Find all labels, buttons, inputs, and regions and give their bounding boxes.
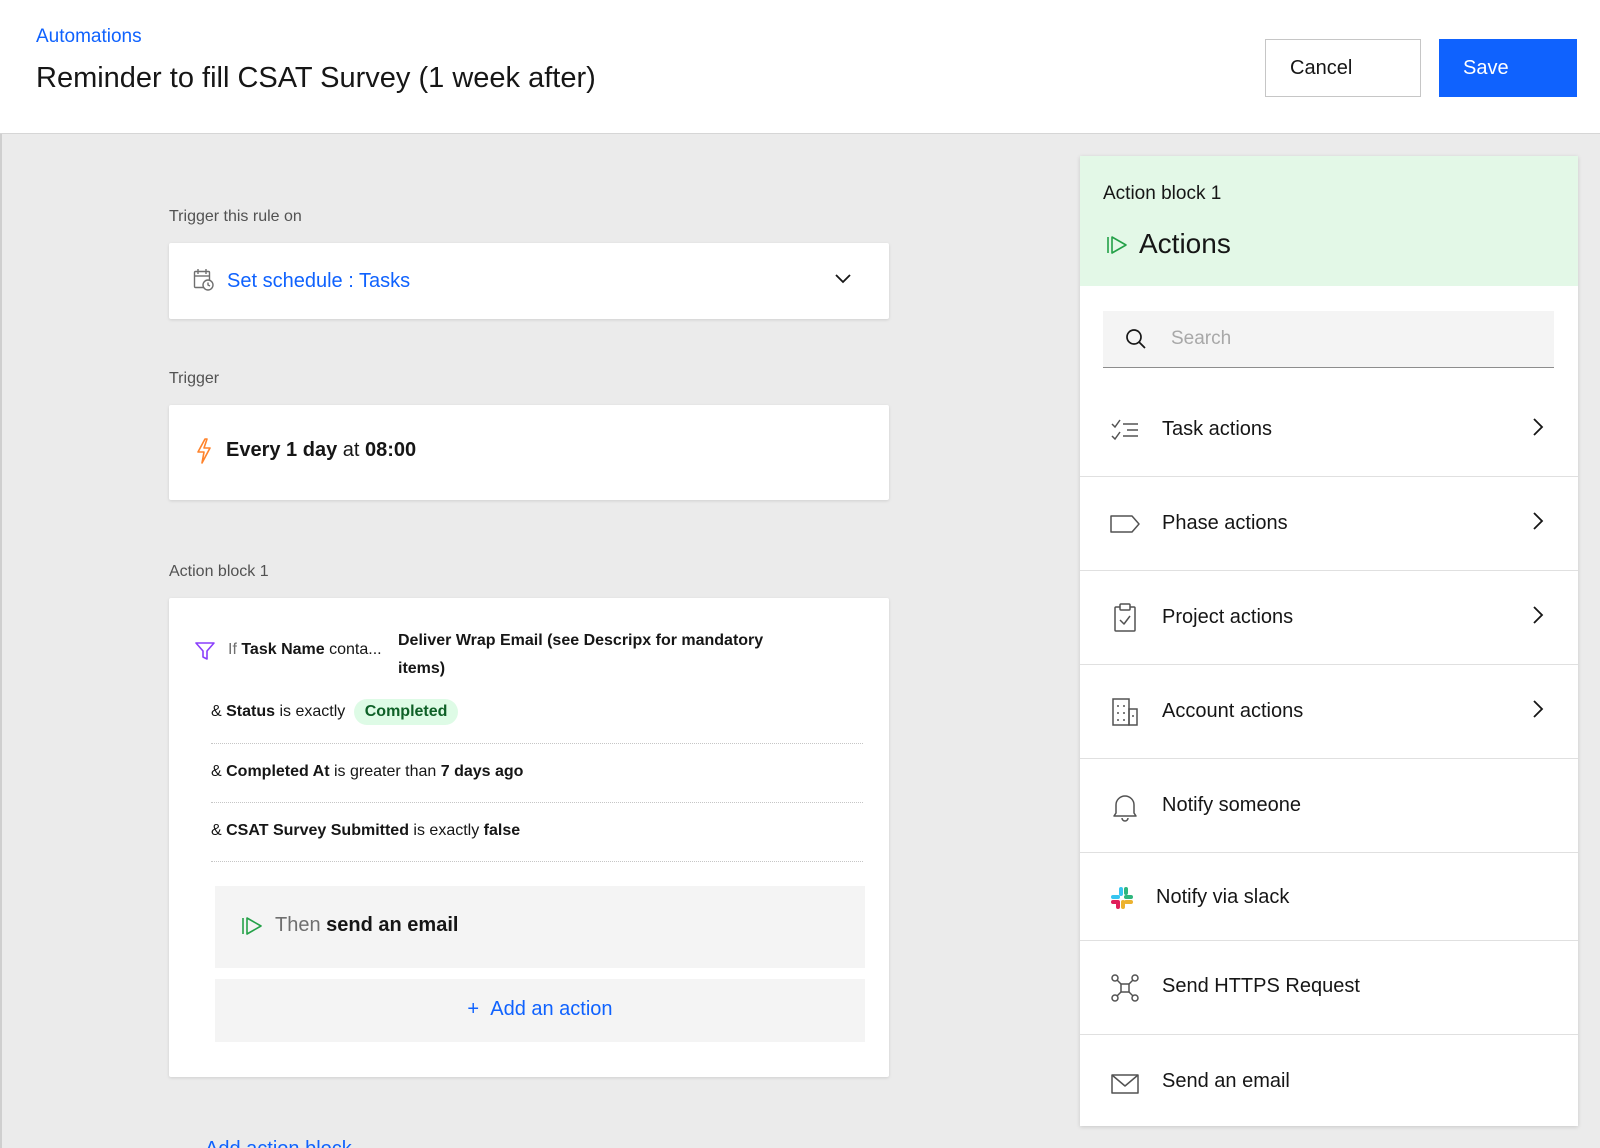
condition-prefix: & <box>211 822 222 839</box>
divider <box>211 743 863 744</box>
menu-label: Phase actions <box>1162 512 1288 534</box>
then-word: Then <box>275 914 321 936</box>
panel-subtitle: Action block 1 <box>1103 183 1222 204</box>
condition-value: 7 days ago <box>440 763 524 780</box>
cancel-button[interactable]: Cancel <box>1265 39 1421 97</box>
menu-item-account-actions[interactable]: Account actions <box>1080 665 1578 759</box>
menu-item-project-actions[interactable]: Project actions <box>1080 571 1578 665</box>
menu-item-task-actions[interactable]: Task actions <box>1080 384 1578 477</box>
trigger-on-label: Trigger this rule on <box>169 208 302 225</box>
menu-label: Project actions <box>1162 606 1294 628</box>
condition-status[interactable]: & Status is exactly Completed <box>211 699 459 725</box>
menu-label: Notify someone <box>1162 794 1301 816</box>
search-input[interactable] <box>1171 311 1541 367</box>
action-block-card: If Task Name conta... Deliver Wrap Email… <box>169 598 889 1077</box>
add-action-block-link[interactable]: Add action block <box>205 1138 352 1148</box>
trigger-summary: Every 1 day at 08:00 <box>226 439 416 462</box>
condition-op: is exactly <box>279 703 346 720</box>
trigger-at: at <box>342 439 360 461</box>
menu-label: Account actions <box>1162 700 1304 722</box>
schedule-select[interactable]: Set schedule : Tasks <box>169 243 889 319</box>
search-box <box>1103 311 1554 368</box>
trigger-time: 08:00 <box>365 439 417 461</box>
menu-item-notify-via-slack[interactable]: Notify via slack <box>1080 853 1578 941</box>
schedule-value: Set schedule : Tasks <box>227 270 411 292</box>
if-word: If <box>228 641 237 658</box>
breadcrumb-automations[interactable]: Automations <box>36 26 142 48</box>
page-title: Reminder to fill CSAT Survey (1 week aft… <box>36 62 596 94</box>
menu-label: Send an email <box>1162 1070 1290 1092</box>
actions-panel-header: Action block 1 Actions <box>1080 156 1578 286</box>
network-icon <box>1111 974 1139 1007</box>
then-text: Then send an email <box>275 914 458 937</box>
condition-if[interactable]: If Task Name conta... <box>228 641 382 659</box>
status-badge: Completed <box>353 699 459 725</box>
save-button[interactable]: Save <box>1439 39 1577 97</box>
divider <box>211 802 863 803</box>
checklist-icon <box>1111 418 1139 447</box>
menu-item-notify-someone[interactable]: Notify someone <box>1080 759 1578 853</box>
trigger-frequency: Every 1 day <box>226 439 338 461</box>
condition-value: false <box>483 822 521 839</box>
plus-icon: + <box>467 998 480 1020</box>
chevron-right-icon <box>1532 699 1544 724</box>
add-action-button[interactable]: + Add an action <box>215 979 865 1042</box>
play-icon <box>1106 235 1128 260</box>
menu-item-phase-actions[interactable]: Phase actions <box>1080 477 1578 571</box>
add-action-text: + Add an action <box>215 998 865 1021</box>
envelope-icon <box>1111 1073 1139 1100</box>
chevron-right-icon <box>1532 417 1544 442</box>
clipboard-icon <box>1113 603 1137 638</box>
menu-label: Notify via slack <box>1156 886 1290 908</box>
condition-completed-at[interactable]: & Completed At is greater than 7 days ag… <box>211 763 523 781</box>
chevron-right-icon <box>1532 511 1544 536</box>
search-icon <box>1125 328 1147 355</box>
then-action: send an email <box>326 914 459 936</box>
menu-label: Send HTTPS Request <box>1162 975 1360 997</box>
menu-label: Task actions <box>1162 418 1273 440</box>
actions-panel: Action block 1 Actions Task actions <box>1080 156 1578 1126</box>
menu-item-send-https-request[interactable]: Send HTTPS Request <box>1080 941 1578 1035</box>
condition-value-line1: Deliver Wrap Email (see Descripx for man… <box>398 632 764 649</box>
panel-title: Actions <box>1139 228 1231 259</box>
menu-item-send-an-email[interactable]: Send an email <box>1080 1035 1578 1126</box>
condition-csat[interactable]: & CSAT Survey Submitted is exactly false <box>211 822 520 840</box>
calendar-clock-icon <box>193 268 215 297</box>
page-header: Automations Reminder to fill CSAT Survey… <box>0 0 1600 134</box>
condition-field: CSAT Survey Submitted <box>226 822 409 839</box>
tag-icon <box>1110 514 1140 539</box>
add-action-label: Add an action <box>490 998 613 1020</box>
chevron-down-icon[interactable] <box>834 272 852 290</box>
chevron-right-icon <box>1532 605 1544 630</box>
trigger-label: Trigger <box>169 370 220 387</box>
condition-field: Task Name <box>241 641 325 658</box>
condition-prefix: & <box>211 703 222 720</box>
condition-field: Status <box>226 703 276 720</box>
slack-icon <box>1110 886 1134 915</box>
play-icon <box>241 916 263 941</box>
lightning-icon <box>196 438 212 469</box>
condition-prefix: & <box>211 763 222 780</box>
bell-icon <box>1112 792 1138 827</box>
then-action-row[interactable]: Then send an email <box>215 886 865 968</box>
building-icon <box>1111 697 1139 732</box>
condition-value: Deliver Wrap Email (see Descripx for man… <box>398 627 763 683</box>
condition-field: Completed At <box>226 763 330 780</box>
condition-op: is exactly <box>413 822 480 839</box>
condition-value-line2: items) <box>398 660 446 677</box>
condition-op: conta... <box>329 641 382 658</box>
filter-icon <box>195 641 215 666</box>
condition-op: is greater than <box>333 763 437 780</box>
trigger-card[interactable]: Every 1 day at 08:00 <box>169 405 889 500</box>
action-block-label: Action block 1 <box>169 563 269 580</box>
divider <box>211 861 863 862</box>
